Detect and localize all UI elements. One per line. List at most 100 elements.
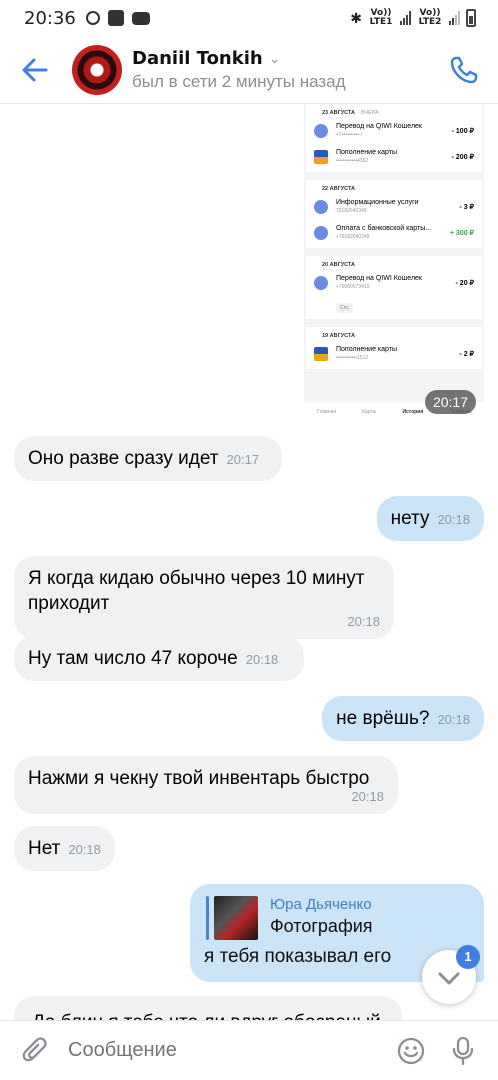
outgoing-message[interactable]: не врёшь? 20:18: [322, 696, 484, 741]
incoming-message[interactable]: Я когда кидаю обычно через 10 минут прих…: [14, 556, 394, 639]
message-time: 20:17: [226, 452, 260, 467]
quoted-author: Юра Дьяченко: [270, 896, 372, 913]
card-icon: [314, 347, 328, 361]
history-row: Пополнение карты ••••••••••••4362 - 200 ₽: [314, 144, 474, 170]
presence-status: был в сети 2 минуты назад: [132, 71, 346, 91]
smiley-icon: [397, 1037, 425, 1064]
message-time: 20:18: [437, 512, 470, 527]
message-time: 20:17: [424, 390, 476, 414]
arrow-left-icon: [22, 58, 48, 81]
history-subtitle: +79080573419: [336, 284, 370, 290]
history-title: Пополнение карты: [336, 149, 397, 156]
message-text: Нажми я чекну твой инвентарь быстро: [28, 768, 370, 789]
history-row: Информационные услуги 79182640349 - 3 ₽: [314, 194, 474, 220]
message-text: Оно разве сразу идет: [28, 448, 219, 469]
paperclip-icon: [22, 1036, 47, 1061]
history-tab: Карты: [362, 409, 377, 415]
plus-icon: [314, 226, 328, 240]
battery-icon: [466, 9, 476, 27]
history-subtitle: ••••••••••••1512: [336, 355, 369, 361]
incoming-message[interactable]: Оно разве сразу идет 20:17: [14, 436, 282, 481]
message-text: Ну там число 47 короче: [28, 648, 238, 669]
message-text: Нет: [28, 838, 61, 859]
history-comment-chip: Спс: [336, 303, 353, 313]
history-title: Перевод на QIWI Кошелек: [336, 275, 422, 282]
history-title: Пополнение карты: [336, 346, 397, 353]
transfer-icon: [314, 276, 328, 290]
history-date: 20 АВГУСТА: [322, 262, 355, 268]
voice-message-button[interactable]: [450, 1036, 476, 1066]
quoted-photo-thumbnail[interactable]: [214, 896, 258, 940]
message-text: нету: [390, 508, 430, 529]
history-amount: - 20 ₽: [455, 280, 474, 287]
signal-icon: [449, 11, 460, 25]
history-subtitle: ••••••••••••4362: [336, 158, 369, 164]
fan-icon: [85, 11, 100, 25]
history-amount: - 100 ₽: [451, 128, 474, 135]
bluetooth-icon: ✱: [350, 9, 362, 26]
incoming-message[interactable]: Нет 20:18: [14, 826, 115, 871]
history-row: Перевод на QIWI Кошелек +79080573419 - 20 …: [314, 270, 474, 296]
card-icon: [314, 150, 328, 164]
history-tab: История: [402, 409, 424, 415]
chat-header: Daniil Tonkih ⌄ был в сети 2 минуты наза…: [0, 36, 498, 104]
history-amount: - 2 ₽: [459, 351, 474, 358]
avatar[interactable]: [72, 44, 122, 95]
message-text: Я когда кидаю обычно через 10 минут прих…: [28, 568, 365, 614]
dots-icon: [314, 200, 328, 214]
history-group: 19 АВГУСТА Пополнение карты ••••••••••••15…: [306, 327, 482, 369]
history-subtitle: +79182640349: [336, 234, 370, 240]
message-time: 20:18: [68, 842, 101, 857]
youtube-icon: [131, 11, 150, 25]
history-date-extra: ВЧЕРА: [360, 110, 379, 116]
history-date: 22 АВГУСТА: [322, 186, 355, 192]
message-text: я тебя показывал его: [204, 946, 392, 967]
back-button[interactable]: [20, 55, 50, 85]
history-subtitle: 79182640349: [336, 208, 367, 214]
history-date: 19 АВГУСТА: [322, 333, 355, 339]
history-amount: - 3 ₽: [459, 204, 474, 211]
quote-bar: [206, 896, 209, 940]
history-group: 20 АВГУСТА Перевод на QIWI Кошелек +790805…: [306, 256, 482, 319]
phone-icon: [450, 56, 478, 84]
history-row: Перевод на QIWI Кошелек +7•••••••••• / - 1…: [314, 118, 474, 144]
message-time: 20:18: [437, 712, 470, 727]
history-row: Пополнение карты ••••••••••••1512 - 2 ₽: [314, 341, 474, 367]
signal-icon: [400, 11, 411, 25]
unread-badge: 1: [456, 945, 480, 969]
message-time: 20:18: [351, 789, 384, 804]
message-text: не врёшь?: [336, 708, 430, 729]
gallery-icon: [107, 10, 124, 26]
history-title: Перевод на QIWI Кошелек: [336, 123, 422, 130]
attach-button[interactable]: [20, 1036, 50, 1066]
outgoing-message[interactable]: нету 20:18: [376, 496, 484, 541]
history-amount: + 300 ₽: [449, 230, 474, 237]
quoted-kind: Фотография: [270, 916, 373, 936]
microphone-icon: [452, 1036, 474, 1065]
message-composer: [0, 1020, 498, 1080]
history-group: 23 АВГУСТА ВЧЕРА Перевод на QIWI Кошелек +7…: [306, 104, 482, 172]
contact-info[interactable]: Daniil Tonkih ⌄ был в сети 2 минуты наза…: [132, 48, 346, 92]
message-time: 20:18: [245, 652, 279, 667]
transfer-icon: [314, 124, 328, 138]
history-title: Информационные услуги: [336, 199, 419, 206]
message-time: 20:18: [347, 614, 380, 629]
history-tab: Главная: [317, 409, 337, 415]
status-bar: 20:36 ✱ Vo)) LTE1 Vo)) LTE2: [0, 0, 498, 36]
emoji-button[interactable]: [396, 1036, 426, 1066]
message-input[interactable]: [68, 1039, 396, 1062]
history-amount: - 200 ₽: [451, 154, 474, 161]
incoming-message[interactable]: Нажми я чекну твой инвентарь быстро 20:18: [14, 756, 398, 814]
history-date: 23 АВГУСТА ВЧЕРА: [322, 110, 379, 116]
history-title: Оплата с банковской карты...: [336, 225, 432, 232]
sim1-indicator: Vo)) LTE1: [369, 8, 393, 27]
sim2-indicator: Vo)) LTE2: [418, 8, 442, 27]
history-subtitle: +7•••••••••• /: [336, 132, 362, 138]
clock: 20:36: [24, 7, 76, 29]
history-group: 22 АВГУСТА Информационные услуги 791826403…: [306, 180, 482, 248]
history-row: Оплата с банковской карты... +79182640349…: [314, 220, 474, 246]
contact-name: Daniil Tonkih: [132, 47, 263, 69]
call-button[interactable]: [448, 54, 480, 86]
incoming-message[interactable]: Ну там число 47 короче 20:18: [14, 636, 304, 681]
photo-message[interactable]: 23 АВГУСТА ВЧЕРА Перевод на QIWI Кошелек +7…: [304, 104, 484, 422]
